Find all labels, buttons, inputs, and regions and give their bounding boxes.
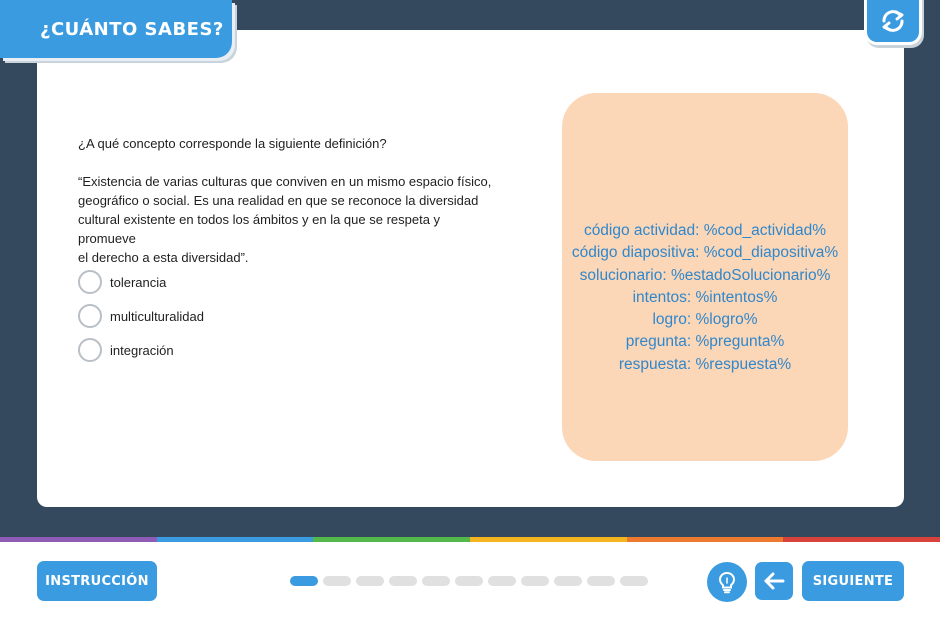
question-definition: “Existencia de varias culturas que convi…	[78, 174, 492, 265]
activity-title: ¿CUÁNTO SABES?	[0, 0, 232, 58]
option-integracion[interactable]: integración	[78, 333, 204, 367]
rainbow-segment	[313, 537, 471, 542]
progress-dot	[587, 576, 615, 586]
info-logro: logro: %logro%	[652, 311, 758, 329]
progress-dot	[554, 576, 582, 586]
siguiente-button[interactable]: SIGUIENTE	[802, 561, 904, 601]
answer-options: tolerancia multiculturalidad integración	[78, 265, 204, 367]
info-solucionario: solucionario: %estadoSolucionario%	[579, 266, 831, 284]
radio-button[interactable]	[78, 270, 102, 294]
rainbow-segment	[156, 537, 314, 542]
info-panel: código actividad: %cod_actividad% código…	[562, 93, 848, 461]
rainbow-divider	[0, 537, 940, 542]
rainbow-segment	[626, 537, 784, 542]
option-tolerancia[interactable]: tolerancia	[78, 265, 204, 299]
progress-dot	[455, 576, 483, 586]
info-pregunta: pregunta: %pregunta%	[625, 333, 785, 351]
progress-dot	[323, 576, 351, 586]
reload-icon	[882, 10, 904, 32]
info-cod-diapositiva: código diapositiva: %cod_diapositiva%	[571, 244, 839, 262]
progress-dot	[389, 576, 417, 586]
arrow-left-icon	[764, 572, 785, 590]
info-cod-actividad: código actividad: %cod_actividad%	[583, 221, 827, 239]
lightbulb-icon	[718, 571, 736, 594]
option-label: multiculturalidad	[110, 308, 204, 324]
reload-button[interactable]	[867, 0, 919, 42]
hint-button[interactable]	[707, 562, 747, 602]
progress-dot-active	[290, 576, 318, 586]
progress-dot	[422, 576, 450, 586]
question-prompt: ¿A qué concepto corresponde la siguiente…	[78, 136, 387, 151]
stage-background: ¿CUÁNTO SABES? ¿A qué concepto correspon…	[0, 0, 940, 540]
info-respuesta: respuesta: %respuesta%	[618, 355, 792, 373]
activity-title-text: ¿CUÁNTO SABES?	[40, 18, 224, 40]
progress-indicator	[290, 576, 648, 586]
back-button[interactable]	[755, 562, 793, 600]
info-intentos: intentos: %intentos%	[632, 288, 778, 306]
radio-button[interactable]	[78, 304, 102, 328]
radio-button[interactable]	[78, 338, 102, 362]
option-label: tolerancia	[110, 274, 167, 290]
rainbow-segment	[783, 537, 940, 542]
progress-dot	[620, 576, 648, 586]
option-multiculturalidad[interactable]: multiculturalidad	[78, 299, 204, 333]
question-block: ¿A qué concepto corresponde la siguiente…	[78, 134, 498, 267]
progress-dot	[521, 576, 549, 586]
rainbow-segment	[470, 537, 627, 542]
rainbow-segment	[0, 537, 157, 542]
option-label: integración	[110, 342, 174, 358]
progress-dot	[488, 576, 516, 586]
instruccion-button[interactable]: INSTRUCCIÓN	[37, 561, 157, 601]
progress-dot	[356, 576, 384, 586]
